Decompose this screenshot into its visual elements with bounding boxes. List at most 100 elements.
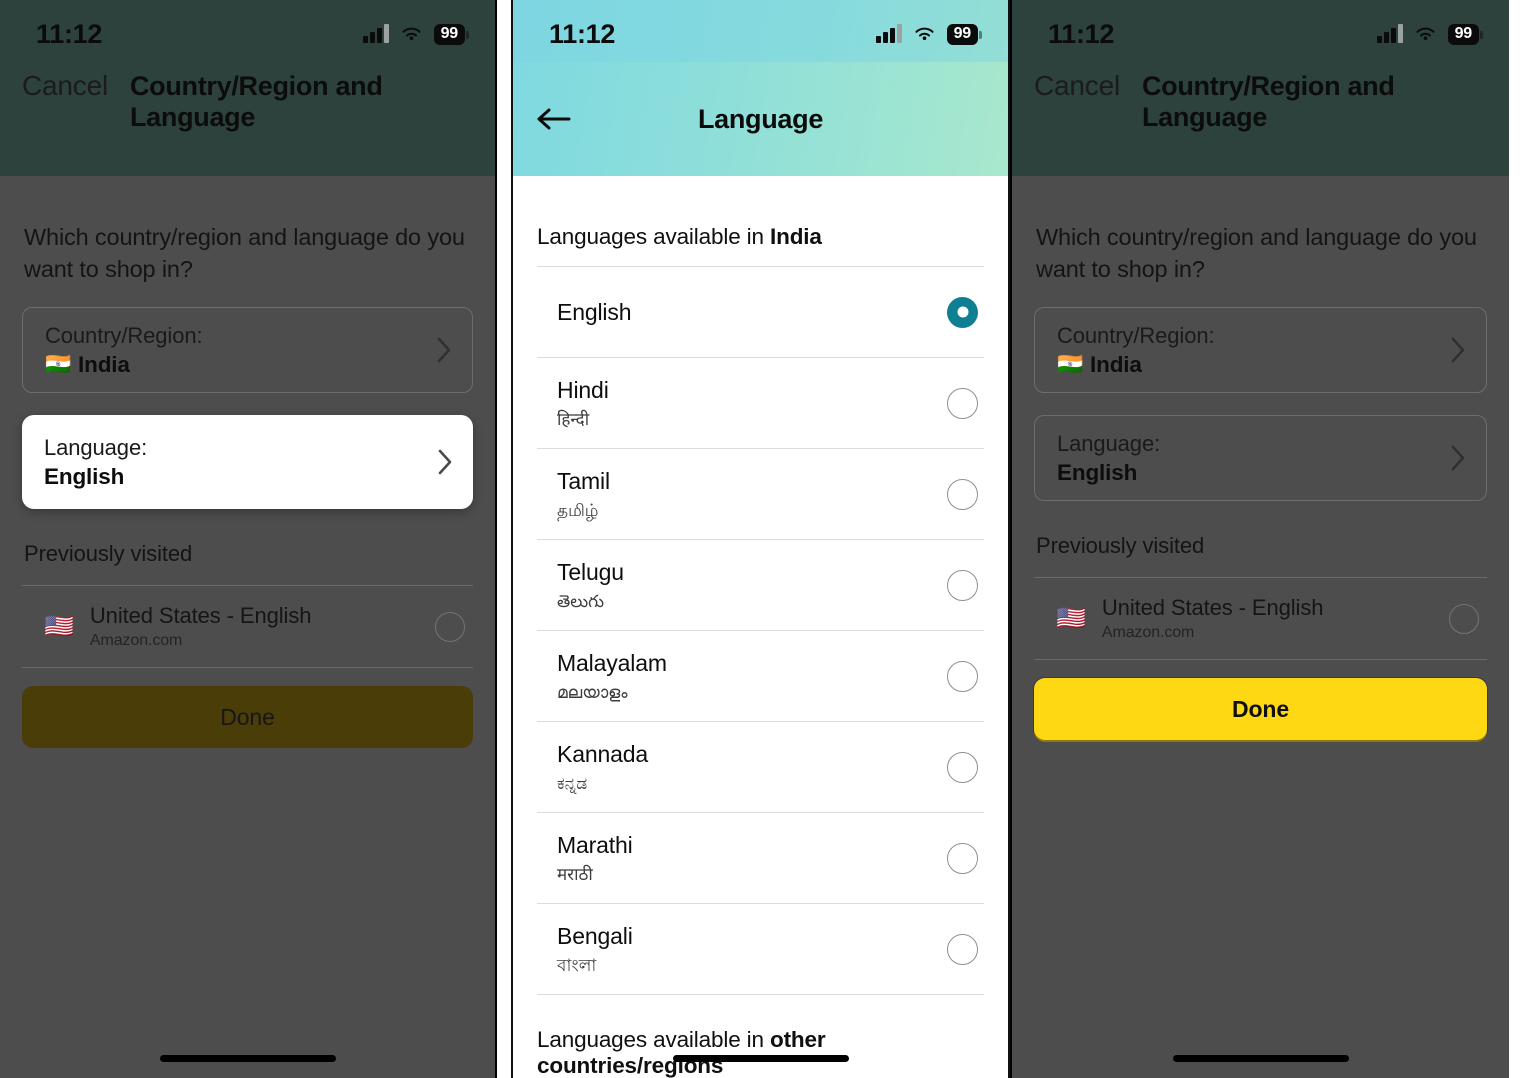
radio-button[interactable] [1449,603,1479,634]
language-value: English [44,464,125,490]
radio-button[interactable] [435,611,465,642]
cellular-signal-icon [1377,24,1403,43]
wifi-icon [1416,27,1435,41]
radio-button[interactable] [947,569,978,601]
india-flag-icon: 🇮🇳 [45,353,71,377]
radio-button[interactable] [947,660,978,692]
prompt-text: Which country/region and language do you… [1036,224,1477,282]
status-bar: 11:12 99 [1012,0,1509,62]
home-indicator [672,1055,849,1062]
language-native-name: ಕನ್ನಡ [557,773,588,793]
language-selector-highlighted[interactable]: Language: English [22,415,473,510]
cellular-signal-icon [876,24,902,43]
radio-button[interactable] [947,933,978,965]
prompt-text: Which country/region and language do you… [24,224,465,282]
page-title: Language [697,103,824,134]
list-item[interactable]: English [537,267,984,357]
list-item[interactable]: Tamil தமிழ் [537,449,984,539]
language-name: English [557,298,632,325]
previously-visited-label: Previously visited [1036,533,1205,559]
list-item[interactable]: Kannada ಕನ್ನಡ [537,722,984,812]
language-native-name: മലയാളം [557,682,628,702]
status-bar-indicators: 99 [876,23,983,45]
chevron-right-icon [1451,338,1465,363]
country-region-value: India [1090,352,1142,378]
radio-button[interactable] [947,751,978,783]
section-header-prefix: Languages available in [537,1027,770,1052]
wifi-icon [915,27,934,41]
chevron-right-icon [437,338,451,363]
country-region-label: Country/Region: [1057,323,1215,349]
radio-button-selected[interactable] [947,296,978,328]
language-name: Tamil [557,468,610,494]
country-region-value-row: 🇮🇳 India [1057,350,1214,380]
previous-entry-domain: Amazon.com [1101,624,1195,642]
previous-entry-name: United States - English [89,603,312,629]
language-header: Language [513,62,1008,176]
panel-body: Which country/region and language do you… [1012,176,1509,1078]
divider [22,667,473,669]
page-title: Country/Region and Language [1141,71,1395,132]
list-item[interactable]: Telugu తెలుగు [537,540,984,630]
section-header-emphasis: India [770,224,822,249]
panel-gap [497,0,511,1078]
language-native-name: తెలుగు [557,591,604,611]
list-item[interactable]: 🇺🇸 United States - English Amazon.com [22,586,473,667]
radio-button[interactable] [947,842,978,874]
language-name: Marathi [557,832,633,858]
list-item[interactable]: 🇺🇸 United States - English Amazon.com [1034,578,1487,659]
language-value: English [1057,460,1138,486]
three-panel-screenshot: 11:12 99 Cancel Country/Region and Langu… [0,0,1524,1078]
app-header: Cancel Country/Region and Language [1012,62,1509,176]
language-native-name: বাংলা [557,955,597,975]
home-indicator [1172,1055,1349,1062]
home-indicator [159,1055,336,1062]
done-button-highlighted[interactable]: Done [1034,678,1487,741]
chevron-right-icon [1451,446,1465,471]
previously-visited-label: Previously visited [24,541,193,567]
language-native-name: தமிழ் [557,500,599,520]
language-name: Telugu [557,559,624,585]
list-item[interactable]: Marathi मराठी [537,813,984,903]
radio-button[interactable] [947,478,978,510]
panel-body: Which country/region and language do you… [0,176,495,1078]
us-flag-icon: 🇺🇸 [1056,604,1086,632]
cancel-button[interactable]: Cancel [22,70,108,102]
country-region-value: India [78,352,130,378]
country-region-value-row: 🇮🇳 India [45,350,202,380]
battery-badge-icon: 99 [433,23,470,45]
language-selector[interactable]: Language: English [1034,415,1487,502]
cancel-button[interactable]: Cancel [1034,70,1120,102]
status-bar-time: 11:12 [1048,18,1115,49]
done-button[interactable]: Done [22,686,473,749]
previous-entry-domain: Amazon.com [89,632,183,650]
language-name: Hindi [557,377,609,403]
status-bar: 11:12 99 [513,0,1008,62]
radio-button[interactable] [947,387,978,419]
country-region-selector[interactable]: Country/Region: 🇮🇳 India [1034,307,1487,394]
list-item[interactable]: Hindi हिन्दी [537,358,984,448]
country-region-label: Country/Region: [45,323,203,349]
panel-country-region-language-done: 11:12 99 Cancel Country/Region and Langu… [1010,0,1509,1078]
language-label: Language: [44,435,148,461]
language-list: Languages available in India English Hin… [513,176,1008,1078]
previous-entry-name: United States - English [1101,595,1324,621]
language-name: Malayalam [557,650,667,676]
language-native-name: हिन्दी [557,409,590,429]
language-label: Language: [1057,431,1161,457]
panel-language-list: 11:12 99 Language Languages available in… [511,0,1010,1078]
country-region-selector[interactable]: Country/Region: 🇮🇳 India [22,307,473,394]
status-bar-indicators: 99 [1377,23,1484,45]
india-flag-icon: 🇮🇳 [1057,353,1083,377]
app-header: Cancel Country/Region and Language [0,62,495,176]
list-item[interactable]: Bengali বাংলা [537,904,984,994]
cellular-signal-icon [363,24,389,43]
language-name: Kannada [557,741,649,767]
panel-country-region-language-dimmed: 11:12 99 Cancel Country/Region and Langu… [0,0,497,1078]
battery-badge-icon: 99 [946,23,983,45]
wifi-icon [402,27,421,41]
section-header-prefix: Languages available in [537,224,770,249]
list-item[interactable]: Malayalam മലയാളം [537,631,984,721]
status-bar-time: 11:12 [36,18,103,49]
arrow-left-icon[interactable] [535,104,577,134]
